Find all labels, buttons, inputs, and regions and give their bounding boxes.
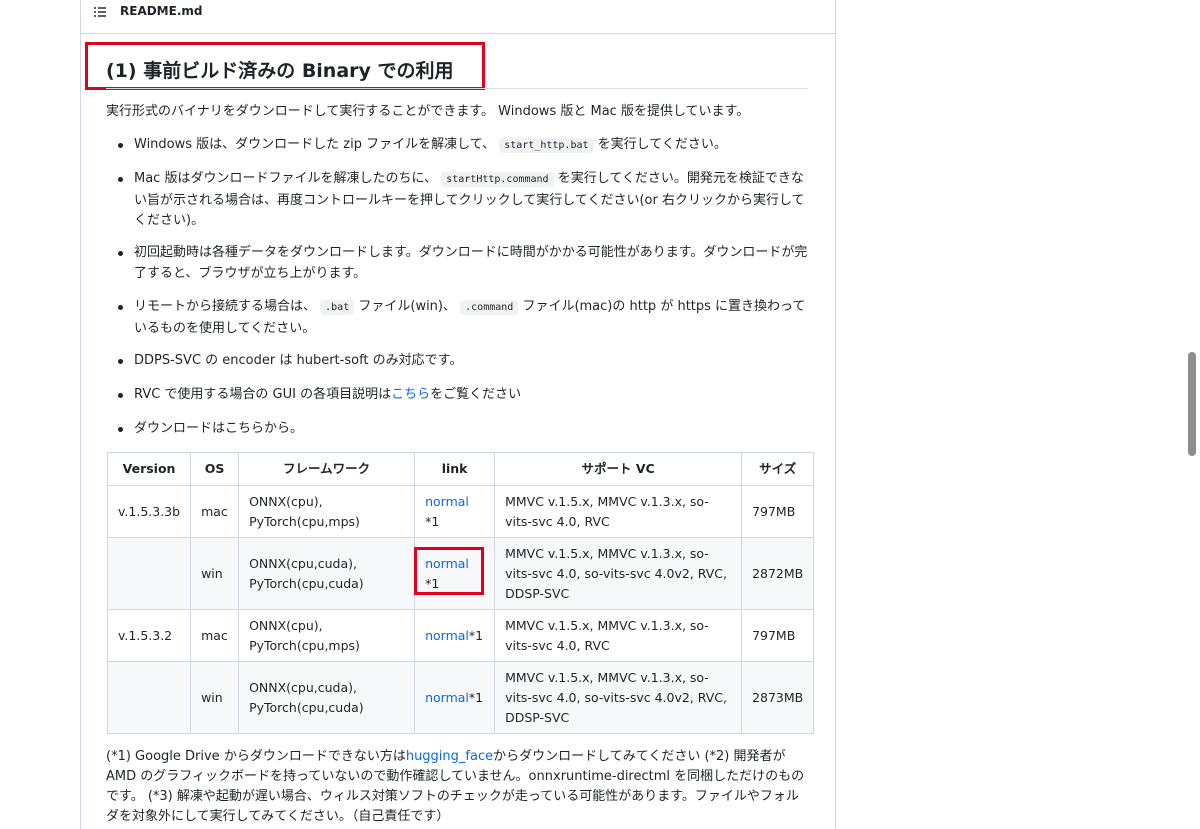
cell-os: win [190, 537, 240, 610]
cell-os: mac [190, 609, 240, 662]
download-link-normal[interactable]: normal [425, 690, 469, 705]
bullet-dot [118, 177, 123, 182]
heading-divider [106, 88, 808, 89]
cell-link: normal*1 [414, 609, 496, 662]
bullet-dot [118, 305, 123, 310]
cell-link: normal*1 [414, 661, 496, 734]
bullet-text: をご覧ください [430, 387, 522, 402]
header-support-vc: サポート VC [494, 452, 743, 486]
cell-size: 2872MB [741, 537, 815, 610]
cell-framework: ONNX(cpu), PyTorch(cpu,mps) [238, 485, 416, 538]
header-framework: フレームワーク [238, 452, 416, 486]
bullet-item-windows: Windows 版は、ダウンロードした zip ファイルを解凍して、 start… [134, 135, 810, 157]
cell-version [106, 661, 192, 734]
cell-version: v.1.5.3.3b [106, 485, 192, 538]
table-row: win ONNX(cpu,cuda), PyTorch(cpu,cuda) no… [106, 661, 815, 734]
content-border-left [80, 0, 81, 829]
cell-size: 2873MB [741, 661, 815, 734]
cell-link: normal *1 [414, 537, 496, 610]
list-icon[interactable] [94, 6, 106, 18]
bullet-text: を実行してください。 [593, 137, 727, 152]
header-size: サイズ [741, 452, 815, 486]
table-row: v.1.5.3.2 mac ONNX(cpu), PyTorch(cpu,mps… [106, 609, 815, 662]
link-note: *1 [425, 513, 440, 529]
bullet-dot [118, 251, 123, 256]
cell-support-vc: MMVC v.1.5.x, MMVC v.1.3.x, so-vits-svc … [494, 485, 743, 538]
download-table: Version OS フレームワーク link サポート VC サイズ v.1.… [106, 452, 815, 734]
bullet-text: ファイル(win)、 [354, 299, 461, 314]
bullet-text: Mac 版はダウンロードファイルを解凍したのちに、 [134, 171, 442, 186]
link-note: *1 [468, 627, 484, 643]
download-link-normal[interactable]: normal [425, 494, 469, 509]
bullet-item-ddsp: DDPS-SVC の encoder は hubert-soft のみ対応です。 [134, 353, 463, 368]
cell-size: 797MB [741, 609, 815, 662]
header-version: Version [106, 452, 192, 486]
link-note: *1 [425, 575, 440, 591]
download-link-normal[interactable]: normal [425, 556, 469, 571]
inline-code: start_http.bat [499, 138, 594, 153]
section-heading: (1) 事前ビルド済みの Binary での利用 [106, 60, 454, 82]
cell-os: mac [190, 485, 240, 538]
rvc-guide-link[interactable]: こちら [391, 387, 430, 402]
cell-framework: ONNX(cpu,cuda), PyTorch(cpu,cuda) [238, 537, 416, 610]
scrollbar-thumb[interactable] [1188, 352, 1196, 456]
cell-framework: ONNX(cpu), PyTorch(cpu,mps) [238, 609, 416, 662]
bullet-dot [118, 359, 123, 364]
header-link: link [414, 452, 496, 486]
table-row: win ONNX(cpu,cuda), PyTorch(cpu,cuda) no… [106, 537, 815, 610]
header-os: OS [190, 452, 240, 486]
cell-version [106, 537, 192, 610]
bullet-item-mac: Mac 版はダウンロードファイルを解凍したのちに、 startHttp.comm… [134, 169, 810, 232]
download-link-normal[interactable]: normal [425, 628, 469, 643]
bullet-item-remote: リモートから接続する場合は、 .bat ファイル(win)、 .command … [134, 297, 810, 339]
table-row: v.1.5.3.3b mac ONNX(cpu), PyTorch(cpu,mp… [106, 485, 815, 538]
cell-version: v.1.5.3.2 [106, 609, 192, 662]
bullet-item-first-launch: 初回起動時は各種データをダウンロードします。ダウンロードに時間がかかる可能性があ… [134, 245, 808, 281]
bullet-dot [118, 143, 123, 148]
bullet-item-download: ダウンロードはこちらから。 [134, 421, 304, 436]
link-note: *1 [468, 689, 484, 705]
inline-code: .command [460, 300, 519, 315]
cell-support-vc: MMVC v.1.5.x, MMVC v.1.3.x, so-vits-svc … [494, 537, 743, 610]
cell-support-vc: MMVC v.1.5.x, MMVC v.1.3.x, so-vits-svc … [494, 661, 743, 734]
cell-support-vc: MMVC v.1.5.x, MMVC v.1.3.x, so-vits-svc … [494, 609, 743, 662]
cell-size: 797MB [741, 485, 815, 538]
bullet-text: RVC で使用する場合の GUI の各項目説明は [134, 387, 392, 402]
footnote-text: (*1) Google Drive からダウンロードできない方は [106, 749, 406, 764]
bullet-dot [118, 427, 123, 432]
cell-framework: ONNX(cpu,cuda), PyTorch(cpu,cuda) [238, 661, 416, 734]
cell-link: normal *1 [414, 485, 496, 538]
footnote-paragraph: (*1) Google Drive からダウンロードできない方はhugging_… [106, 747, 806, 827]
bullet-text: リモートから接続する場合は、 [134, 299, 321, 314]
inline-code: startHttp.command [441, 172, 554, 187]
cell-os: win [190, 661, 240, 734]
inline-code: .bat [320, 300, 355, 315]
readme-filename: README.md [120, 4, 203, 18]
bullet-dot [118, 393, 123, 398]
hugging-face-link[interactable]: hugging_face [406, 749, 493, 764]
content-border-right [835, 0, 836, 829]
bullet-item-rvc: RVC で使用する場合の GUI の各項目説明はこちらをご覧ください [134, 385, 810, 406]
bullet-text: Windows 版は、ダウンロードした zip ファイルを解凍して、 [134, 137, 500, 152]
intro-paragraph: 実行形式のバイナリをダウンロードして実行することができます。 Windows 版… [106, 104, 750, 119]
table-header-row: Version OS フレームワーク link サポート VC サイズ [106, 452, 815, 486]
